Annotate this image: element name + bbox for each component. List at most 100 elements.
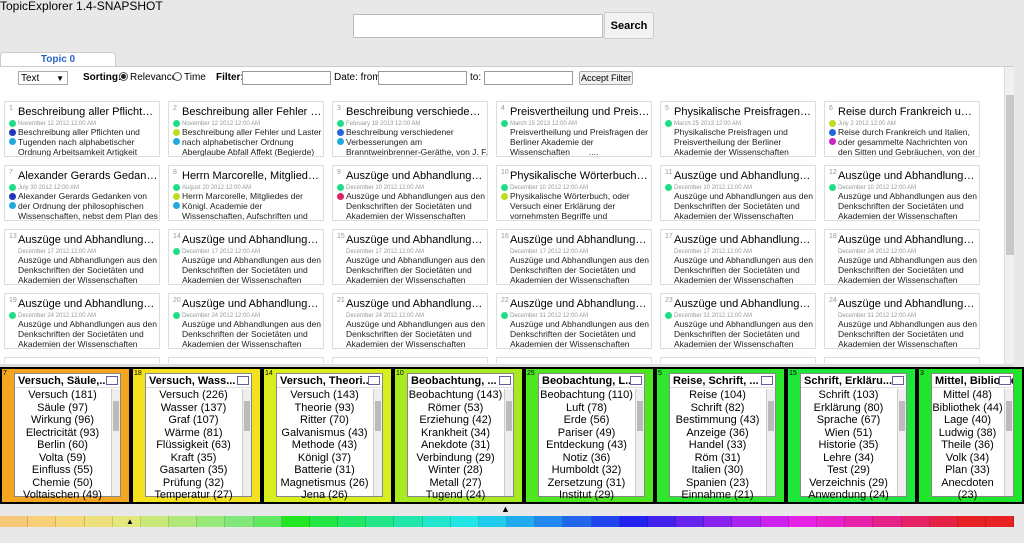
topic-word[interactable]: Verzeichnis (29) <box>801 477 896 490</box>
topic-title[interactable]: Beobachtung, ... <box>408 374 513 388</box>
topic-dot-icon[interactable] <box>337 138 344 145</box>
document-card[interactable] <box>4 357 160 363</box>
topic-dot-icon[interactable] <box>9 129 16 136</box>
colorbar-segment[interactable] <box>56 516 85 527</box>
topic-word[interactable]: Schrift (82) <box>670 402 765 415</box>
colorbar-segment[interactable] <box>422 516 451 527</box>
colorbar-segment[interactable] <box>253 516 282 527</box>
topic-word[interactable]: Erde (56) <box>539 414 634 427</box>
topic-word[interactable]: Wirkung (96) <box>15 414 110 427</box>
topic-word[interactable]: Test (29) <box>801 464 896 477</box>
colorbar-segment[interactable] <box>732 516 761 527</box>
scrollbar-thumb[interactable] <box>1006 95 1014 255</box>
topic-word[interactable]: Methode (43) <box>277 439 372 452</box>
topic-word[interactable]: Institut (29) <box>539 489 634 502</box>
topic-word[interactable]: Zersetzung (31) <box>539 477 634 490</box>
topic-word[interactable]: Metall (27) <box>408 477 503 490</box>
vertical-scrollbar[interactable] <box>1004 67 1014 365</box>
topic-word[interactable]: Königl (37) <box>277 452 372 465</box>
topic-scrollbar[interactable] <box>242 389 251 496</box>
topic-word[interactable]: Beobachtung (110) <box>539 389 634 402</box>
document-card[interactable]: 12 Auszüge und Abhandlungen ... December 1… <box>824 165 980 221</box>
topic-word[interactable]: Winter (28) <box>408 464 503 477</box>
chart-icon[interactable] <box>368 376 380 385</box>
topic-word[interactable]: Wien (51) <box>801 427 896 440</box>
topic-word[interactable]: Einnahme (21) <box>670 489 765 502</box>
card-title[interactable]: Reise durch Frankreich und I... <box>838 106 978 118</box>
topic-dot-icon[interactable] <box>173 248 180 255</box>
topic-word[interactable]: Jena (26) <box>277 489 372 502</box>
card-title[interactable]: Physikalische Wörterbuch, o... <box>510 170 650 182</box>
document-card[interactable]: 21 Auszüge und Abhandlungen ... December 2… <box>332 293 488 349</box>
topic-panel[interactable]: 25 Beobachtung, L... Beobachtung (110) Luft… <box>524 367 655 504</box>
topic-word[interactable]: Anwendung (24) <box>801 489 896 502</box>
colorbar-segment[interactable] <box>450 516 479 527</box>
document-card[interactable]: 9 Auszüge und Abhandlungen ... December 10… <box>332 165 488 221</box>
topic-word[interactable]: Galvanismus (43) <box>277 427 372 440</box>
topic-word[interactable]: Magnetismus (26) <box>277 477 372 490</box>
topic-word[interactable]: Volk (34) <box>932 452 1003 465</box>
card-title[interactable]: Auszüge und Abhandlungen ... <box>674 170 814 182</box>
colorbar-segment[interactable] <box>84 516 113 527</box>
card-title[interactable]: Auszüge und Abhandlungen ... <box>510 234 650 246</box>
topic-position-marker-icon[interactable]: ▲ <box>501 504 510 514</box>
colorbar-segment[interactable] <box>366 516 395 527</box>
topic-dot-icon[interactable] <box>9 120 16 127</box>
document-card[interactable]: 14 Auszüge und Abhandlungen ... December 1… <box>168 229 324 285</box>
topic-dot-icon[interactable] <box>173 312 180 319</box>
topic-word[interactable]: Mittel (48) <box>932 389 1003 402</box>
document-card[interactable]: 6 Reise durch Frankreich und I... July 2 2… <box>824 101 980 157</box>
document-card[interactable]: 18 Auszüge und Abhandlungen ... December 2… <box>824 229 980 285</box>
topic-dot-icon[interactable] <box>9 312 16 319</box>
card-title[interactable]: Auszüge und Abhandlungen ... <box>674 234 814 246</box>
topic-scrollbar[interactable] <box>1004 389 1013 496</box>
document-card[interactable]: 11 Auszüge und Abhandlungen ... December 1… <box>660 165 816 221</box>
colorbar-segment[interactable] <box>901 516 930 527</box>
topic-dot-icon[interactable] <box>337 193 344 200</box>
topic-word[interactable]: Ritter (70) <box>277 414 372 427</box>
topic-word[interactable]: Humboldt (32) <box>539 464 634 477</box>
colorbar-segment[interactable] <box>309 516 339 527</box>
radio-unchecked-icon[interactable] <box>173 72 182 81</box>
topic-word[interactable]: Historie (35) <box>801 439 896 452</box>
document-card[interactable]: 19 Auszüge und Abhandlungen ... December 2… <box>4 293 160 349</box>
topic-title[interactable]: Mittel, Bibliothe... <box>932 374 1013 388</box>
topic-dot-icon[interactable] <box>9 184 16 191</box>
colorbar-segment[interactable] <box>535 516 564 527</box>
topic-dot-icon[interactable] <box>501 312 508 319</box>
date-to-input[interactable] <box>484 71 573 85</box>
card-title[interactable]: Auszüge und Abhandlungen ... <box>18 298 158 310</box>
card-title[interactable]: Physikalische Preisfragen und... <box>674 106 814 118</box>
colorbar-segment[interactable] <box>563 516 592 527</box>
topic-word[interactable]: Reise (104) <box>670 389 765 402</box>
topic-word[interactable]: Lehre (34) <box>801 452 896 465</box>
topic-dot-icon[interactable] <box>501 184 508 191</box>
topic-word[interactable]: Versuch (181) <box>15 389 110 402</box>
card-title[interactable]: Auszüge und Abhandlungen ... <box>18 234 158 246</box>
document-card[interactable]: 4 Preisvertheilung und Preisfra... March 1… <box>496 101 652 157</box>
topic-word[interactable]: Gasarten (35) <box>146 464 241 477</box>
document-card[interactable]: 13 Auszüge und Abhandlungen ... December 1… <box>4 229 160 285</box>
document-card[interactable]: 15 Auszüge und Abhandlungen ... December 1… <box>332 229 488 285</box>
topic-word[interactable]: Batterie (31) <box>277 464 372 477</box>
topic-title[interactable]: Versuch, Säule,... <box>15 374 120 388</box>
chart-icon[interactable] <box>761 376 773 385</box>
topic-dot-icon[interactable] <box>173 202 180 209</box>
topic-panel[interactable]: 5 Reise, Schrift, ... Reise (104) Schrift (… <box>655 367 786 504</box>
colorbar-segment[interactable] <box>788 516 817 527</box>
topic-word[interactable]: Graf (107) <box>146 414 241 427</box>
document-card[interactable]: 20 Auszüge und Abhandlungen ... December 2… <box>168 293 324 349</box>
topic-panel[interactable]: 15 Schrift, Erkläru... Schrift (103) Erklär… <box>786 367 917 504</box>
card-title[interactable]: Auszüge und Abhandlungen ... <box>838 234 978 246</box>
topic-word[interactable]: Bibliothek (44) <box>932 402 1003 415</box>
document-card[interactable]: 10 Physikalische Wörterbuch, o... December… <box>496 165 652 221</box>
topic-word[interactable]: Volta (59) <box>15 452 110 465</box>
document-card[interactable]: 16 Auszüge und Abhandlungen ... December 1… <box>496 229 652 285</box>
colorbar-segment[interactable] <box>986 516 1015 527</box>
topic-word[interactable]: Römer (53) <box>408 402 503 415</box>
topic-title[interactable]: Beobachtung, L... <box>539 374 644 388</box>
card-title[interactable]: Auszüge und Abhandlungen ... <box>510 298 650 310</box>
topic-panel[interactable]: 18 Versuch, Wass... Versuch (226) Wasser (1… <box>131 367 262 504</box>
colorbar-segment[interactable] <box>197 516 226 527</box>
colorbar-segment[interactable] <box>28 516 57 527</box>
